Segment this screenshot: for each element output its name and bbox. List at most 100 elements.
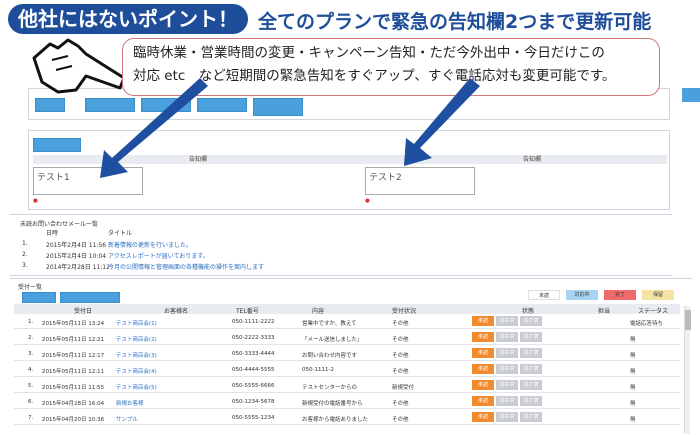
row-action-button[interactable]: 完了済: [520, 396, 542, 406]
row-action-button[interactable]: 対応中: [496, 348, 518, 358]
cell-name[interactable]: テスト商店会(4): [116, 367, 157, 375]
notice-header-right: 告知欄: [523, 156, 542, 163]
cell-tel: 050-5555-6666: [232, 383, 275, 389]
notice-warning-2: ●: [365, 198, 370, 204]
speech-bubble: 臨時休業・営業時間の変更・キャンペーン告知・ただ今外出中・今日だけこの 対応 e…: [122, 38, 660, 96]
mail-row-num: 2.: [22, 251, 28, 258]
row-action-button[interactable]: 未読: [472, 396, 494, 406]
scrollbar-thumb[interactable]: [685, 310, 691, 330]
row-action-button[interactable]: 完了済: [520, 380, 542, 390]
row-action-button[interactable]: 完了済: [520, 364, 542, 374]
cell-num: 6.: [28, 399, 34, 405]
call-list-button-2[interactable]: [60, 292, 120, 303]
row-action-button[interactable]: 対応中: [496, 396, 518, 406]
cell-status: 無: [630, 337, 636, 343]
side-button[interactable]: [682, 88, 700, 102]
cell-name[interactable]: テスト商店会(5): [116, 383, 157, 391]
call-list-button-1[interactable]: [22, 292, 56, 303]
table-row: 2. 2015年05月11日 12:21 テスト商店会(2) 050-2222-333…: [14, 330, 680, 345]
cell-tel: 050-1111-2222: [232, 319, 275, 325]
cell-body: 050-1111-2: [302, 367, 334, 373]
mail-row-date: 2014年2月28日 11:12: [46, 264, 110, 271]
cell-tel: 050-4444-5555: [232, 367, 275, 373]
cell-kind: その他: [392, 401, 409, 407]
cell-num: 5.: [28, 383, 34, 389]
cell-status: 電話応答待ち: [630, 321, 664, 327]
cell-kind: その他: [392, 337, 409, 343]
menu-button-4[interactable]: [197, 98, 247, 112]
mail-row-title[interactable]: 今月の公開情報と管理画面の各種機能の操作を案内します: [108, 262, 264, 271]
row-action-button[interactable]: 完了済: [520, 412, 542, 422]
notice-header-row: 告知欄 告知欄: [33, 155, 667, 164]
cell-name[interactable]: テスト商店会(1): [116, 319, 157, 327]
cell-name[interactable]: テスト商店会(2): [116, 335, 157, 343]
mail-row-title[interactable]: 新着情報の更新を行いました。: [108, 240, 192, 249]
mail-row-title[interactable]: アクセスレポートが届いております。: [108, 251, 209, 260]
row-action-button[interactable]: 完了済: [520, 332, 542, 342]
cell-name[interactable]: サンプル: [116, 415, 138, 423]
cell-status: 無: [630, 417, 636, 423]
cell-kind: その他: [392, 369, 409, 375]
cell-body: 「メール送信しました」: [302, 337, 363, 343]
cell-body: テストセンターからの: [302, 385, 358, 391]
cell-date: 2015年04月20日 10:36: [42, 417, 105, 423]
row-action-button[interactable]: 完了済: [520, 348, 542, 358]
row-action-button[interactable]: 完了済: [520, 316, 542, 326]
update-notice-button[interactable]: [33, 138, 81, 152]
cell-tel: 050-3333-4444: [232, 351, 275, 357]
mail-row-num: 3.: [22, 262, 28, 269]
menu-button-5[interactable]: [253, 98, 303, 116]
notice-textarea-1[interactable]: テスト1: [33, 167, 143, 195]
cell-date: 2015年05月11日 12:11: [42, 369, 105, 375]
row-action-button[interactable]: 未読: [472, 380, 494, 390]
cell-body: 新規受付の電話番号から: [302, 401, 363, 407]
cell-num: 3.: [28, 351, 34, 357]
menu-button-3[interactable]: [141, 98, 191, 112]
cell-kind: その他: [392, 417, 409, 423]
cell-tel: 050-2222-3333: [232, 335, 275, 341]
row-action-button[interactable]: 対応中: [496, 412, 518, 422]
legend-in-progress: 対応中: [566, 290, 598, 300]
cell-kind: 新規受付: [392, 385, 415, 391]
mail-row-date: 2015年2月4日 11:56: [46, 242, 107, 249]
cell-date: 2015年05月11日 12:21: [42, 337, 105, 343]
row-action-button[interactable]: 未読: [472, 412, 494, 422]
notice-header-left: 告知欄: [189, 156, 208, 163]
cell-num: 1.: [28, 319, 34, 325]
call-table-header: 受付日 お客様名 TEL番号 内容 受付状況 状態 担当 ステータス: [14, 304, 680, 315]
mail-col-title: タイトル: [108, 230, 133, 237]
screenshot-root: 他社にはないポイント！ 全てのプランで緊急の告知欄2つまで更新可能 臨時休業・営…: [0, 0, 700, 435]
legend-hold: 保留: [642, 290, 674, 300]
cell-status: 無: [630, 401, 636, 407]
cell-name[interactable]: テスト商店会(3): [116, 351, 157, 359]
scrollbar[interactable]: [684, 306, 691, 434]
cell-date: 2015年05月11日 11:55: [42, 385, 105, 391]
cell-date: 2015年05月11日 13:24: [42, 321, 105, 327]
row-action-button[interactable]: 未読: [472, 348, 494, 358]
cell-tel: 050-5555-1234: [232, 415, 275, 421]
cell-body: お問い合わせ内容です: [302, 353, 358, 359]
row-action-button[interactable]: 未読: [472, 316, 494, 326]
cell-num: 2.: [28, 335, 34, 341]
row-action-button[interactable]: 対応中: [496, 332, 518, 342]
cell-num: 7.: [28, 415, 34, 421]
row-action-button[interactable]: 対応中: [496, 364, 518, 374]
cell-name[interactable]: 新規お客様: [116, 399, 144, 407]
bubble-line-2: 対応 etc など短期間の緊急告知をすぐアップ、すぐ電話応対も変更可能です。: [133, 68, 616, 84]
legend-done: 完了: [604, 290, 636, 300]
mail-list-panel: 未読お問い合わせメール一覧 日時 タイトル 1. 2015年2月4日 11:56…: [10, 214, 672, 276]
row-action-button[interactable]: 未読: [472, 364, 494, 374]
cell-num: 4.: [28, 367, 34, 373]
legend-unread: 未読: [528, 290, 560, 300]
mail-col-date: 日時: [46, 230, 59, 237]
notice-textarea-2[interactable]: テスト2: [365, 167, 475, 195]
row-action-button[interactable]: 対応中: [496, 380, 518, 390]
cell-status: 無: [630, 385, 636, 391]
cell-body: 営業中ですか、教えて: [302, 321, 357, 327]
menu-button-2[interactable]: [85, 98, 135, 112]
menu-button-1[interactable]: [35, 98, 65, 112]
row-action-button[interactable]: 対応中: [496, 316, 518, 326]
notice-warning-1: ●: [33, 198, 38, 204]
row-action-button[interactable]: 未読: [472, 332, 494, 342]
call-list-title: 受付一覧: [18, 284, 43, 291]
